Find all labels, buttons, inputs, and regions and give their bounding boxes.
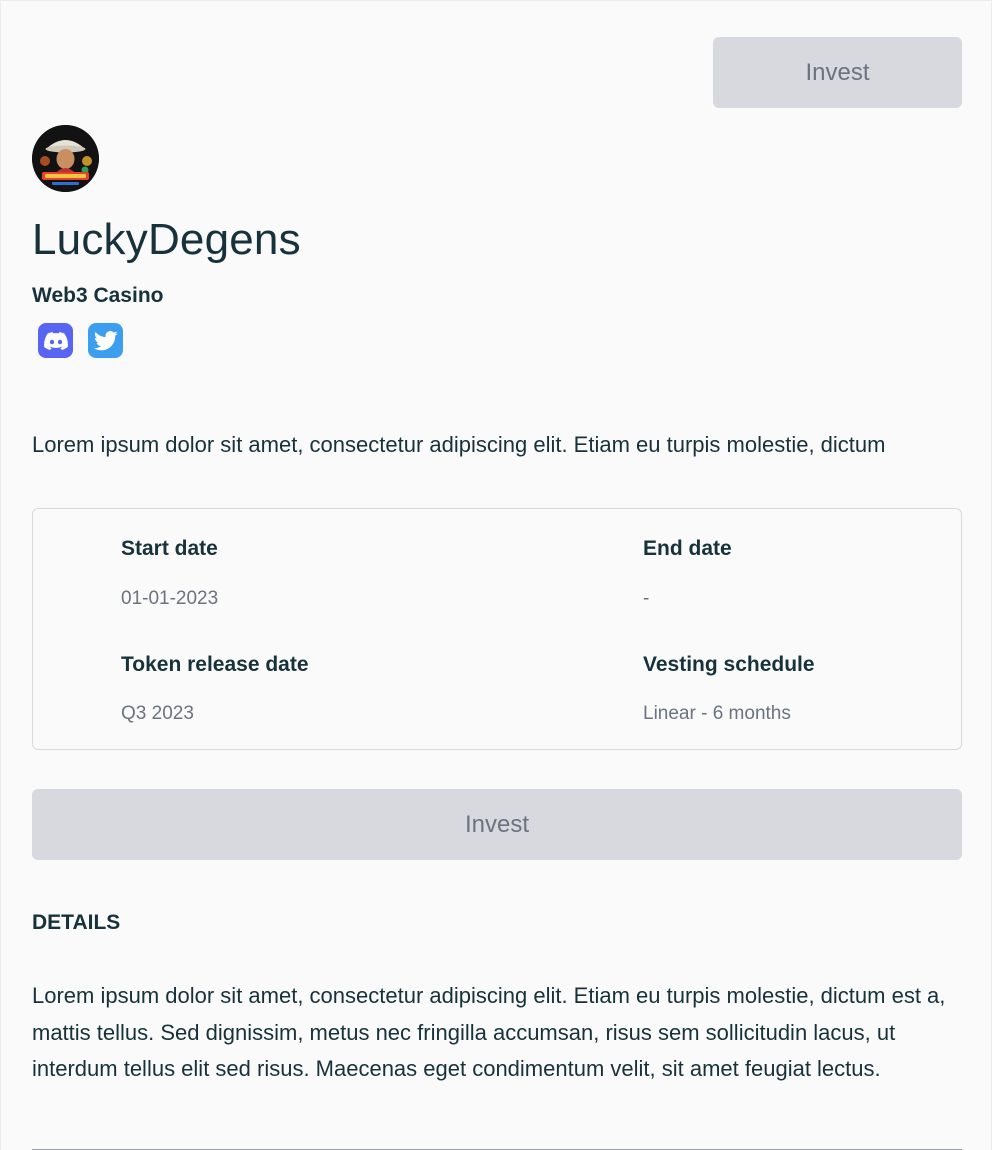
header-invest-button[interactable]: Invest: [713, 37, 962, 108]
end-date-value: -: [643, 588, 650, 609]
project-page: Invest LuckyDegens Web3 Casino Lorem ips…: [0, 0, 992, 1150]
sale-info-card: Start date 01-01-2023 End date - Token r…: [32, 508, 962, 750]
project-name: LuckyDegens: [32, 215, 301, 264]
token-release-label: Token release date: [121, 653, 309, 676]
vesting-schedule-label: Vesting schedule: [643, 653, 815, 676]
discord-icon: [43, 331, 68, 350]
start-date-value: 01-01-2023: [121, 588, 219, 609]
end-date-label: End date: [643, 537, 732, 560]
vesting-schedule-value: Linear - 6 months: [643, 703, 791, 724]
project-avatar: [32, 125, 99, 192]
project-category: Web3 Casino: [32, 284, 164, 307]
twitter-link[interactable]: [88, 323, 123, 358]
token-release-value: Q3 2023: [121, 703, 194, 724]
project-short-description: Lorem ipsum dolor sit amet, consectetur …: [32, 432, 886, 457]
casino-logo-image: [32, 125, 99, 192]
discord-link[interactable]: [38, 323, 73, 358]
details-text: Lorem ipsum dolor sit amet, consectetur …: [32, 983, 946, 1081]
details-heading: DETAILS: [32, 911, 121, 934]
invest-button[interactable]: Invest: [32, 789, 962, 860]
start-date-label: Start date: [121, 537, 218, 560]
twitter-icon: [93, 330, 118, 350]
